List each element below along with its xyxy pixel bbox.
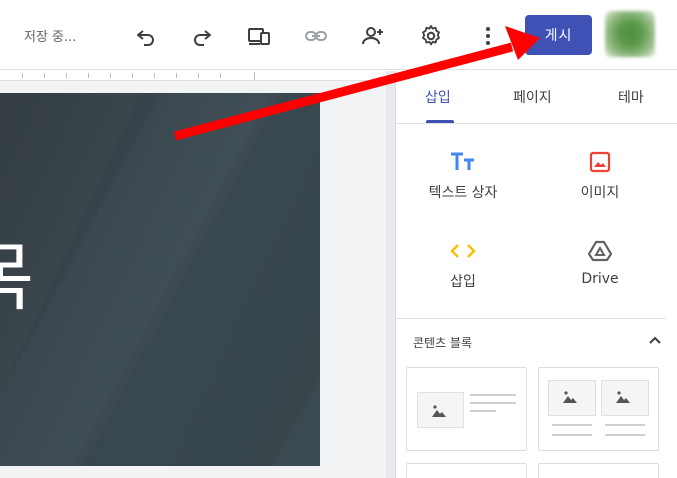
image-icon bbox=[540, 148, 660, 176]
section-divider bbox=[396, 318, 666, 319]
publish-button[interactable]: 게시 bbox=[525, 15, 592, 55]
content-block-two-images[interactable] bbox=[538, 367, 659, 451]
image-icon bbox=[432, 405, 446, 417]
link-icon bbox=[305, 31, 327, 41]
image-icon bbox=[563, 391, 577, 403]
share-button[interactable] bbox=[357, 20, 389, 52]
image-placeholder bbox=[548, 380, 596, 416]
insert-embed[interactable]: 삽입 bbox=[403, 237, 523, 291]
hero-section[interactable]: 목 bbox=[0, 93, 320, 466]
text-line bbox=[470, 402, 516, 404]
page-canvas: 목 bbox=[0, 71, 386, 478]
ruler bbox=[0, 71, 386, 81]
tab-themes[interactable]: 테마 bbox=[618, 87, 644, 107]
insert-text-box[interactable]: 텍스트 상자 bbox=[403, 148, 523, 202]
share-person-add-icon bbox=[362, 27, 383, 45]
insert-drive-label: Drive bbox=[581, 271, 619, 287]
content-block-partial[interactable] bbox=[538, 463, 659, 478]
drive-icon bbox=[540, 237, 660, 265]
image-placeholder bbox=[417, 392, 464, 428]
tab-insert[interactable]: 삽입 bbox=[425, 87, 451, 107]
insert-embed-label: 삽입 bbox=[450, 274, 476, 290]
text-line bbox=[552, 434, 592, 436]
content-block-image-text[interactable] bbox=[406, 367, 527, 451]
undo-button[interactable] bbox=[130, 20, 162, 52]
hero-title[interactable]: 목 bbox=[0, 241, 34, 315]
content-blocks-title: 콘텐츠 블록 bbox=[413, 336, 473, 350]
more-vert-icon bbox=[486, 27, 490, 45]
preview-devices-icon bbox=[248, 28, 270, 45]
side-panel: 삽입 페이지 테마 텍스트 상자 이미지 삽입 Drive 콘텐츠 블록 bbox=[395, 71, 677, 478]
text-line bbox=[552, 424, 592, 426]
text-line bbox=[605, 424, 645, 426]
insert-link-button[interactable] bbox=[300, 20, 332, 52]
text-box-icon bbox=[403, 148, 523, 176]
settings-gear-icon bbox=[422, 25, 440, 46]
text-line bbox=[605, 434, 645, 436]
insert-image-label: 이미지 bbox=[580, 185, 620, 201]
text-line bbox=[470, 410, 496, 412]
ruler-ticks bbox=[0, 71, 255, 81]
panel-scrollbar[interactable] bbox=[666, 124, 677, 478]
embed-code-icon bbox=[403, 237, 523, 265]
more-options-button[interactable] bbox=[472, 20, 504, 52]
sites-editor-window: { "header": { "status": "저장 중...", "publ… bbox=[0, 0, 677, 478]
top-toolbar: 저장 중... 게시 bbox=[0, 0, 677, 70]
canvas-scrollbar[interactable] bbox=[386, 71, 395, 478]
insert-drive[interactable]: Drive bbox=[540, 237, 660, 287]
redo-icon bbox=[194, 30, 211, 46]
tab-pages[interactable]: 페이지 bbox=[513, 87, 552, 107]
settings-button[interactable] bbox=[415, 20, 447, 52]
text-line bbox=[470, 394, 516, 396]
preview-button[interactable] bbox=[243, 20, 275, 52]
active-tab-indicator bbox=[426, 120, 454, 123]
image-placeholder bbox=[601, 380, 649, 416]
panel-tabs: 삽입 페이지 테마 bbox=[396, 71, 677, 124]
avatar[interactable] bbox=[605, 11, 655, 57]
insert-text-box-label: 텍스트 상자 bbox=[428, 185, 498, 201]
save-status: 저장 중... bbox=[24, 30, 77, 45]
insert-image[interactable]: 이미지 bbox=[540, 148, 660, 202]
redo-button[interactable] bbox=[186, 20, 218, 52]
image-icon bbox=[616, 391, 630, 403]
content-block-partial[interactable] bbox=[406, 463, 527, 478]
undo-icon bbox=[137, 30, 154, 46]
chevron-up-icon[interactable] bbox=[646, 331, 664, 349]
